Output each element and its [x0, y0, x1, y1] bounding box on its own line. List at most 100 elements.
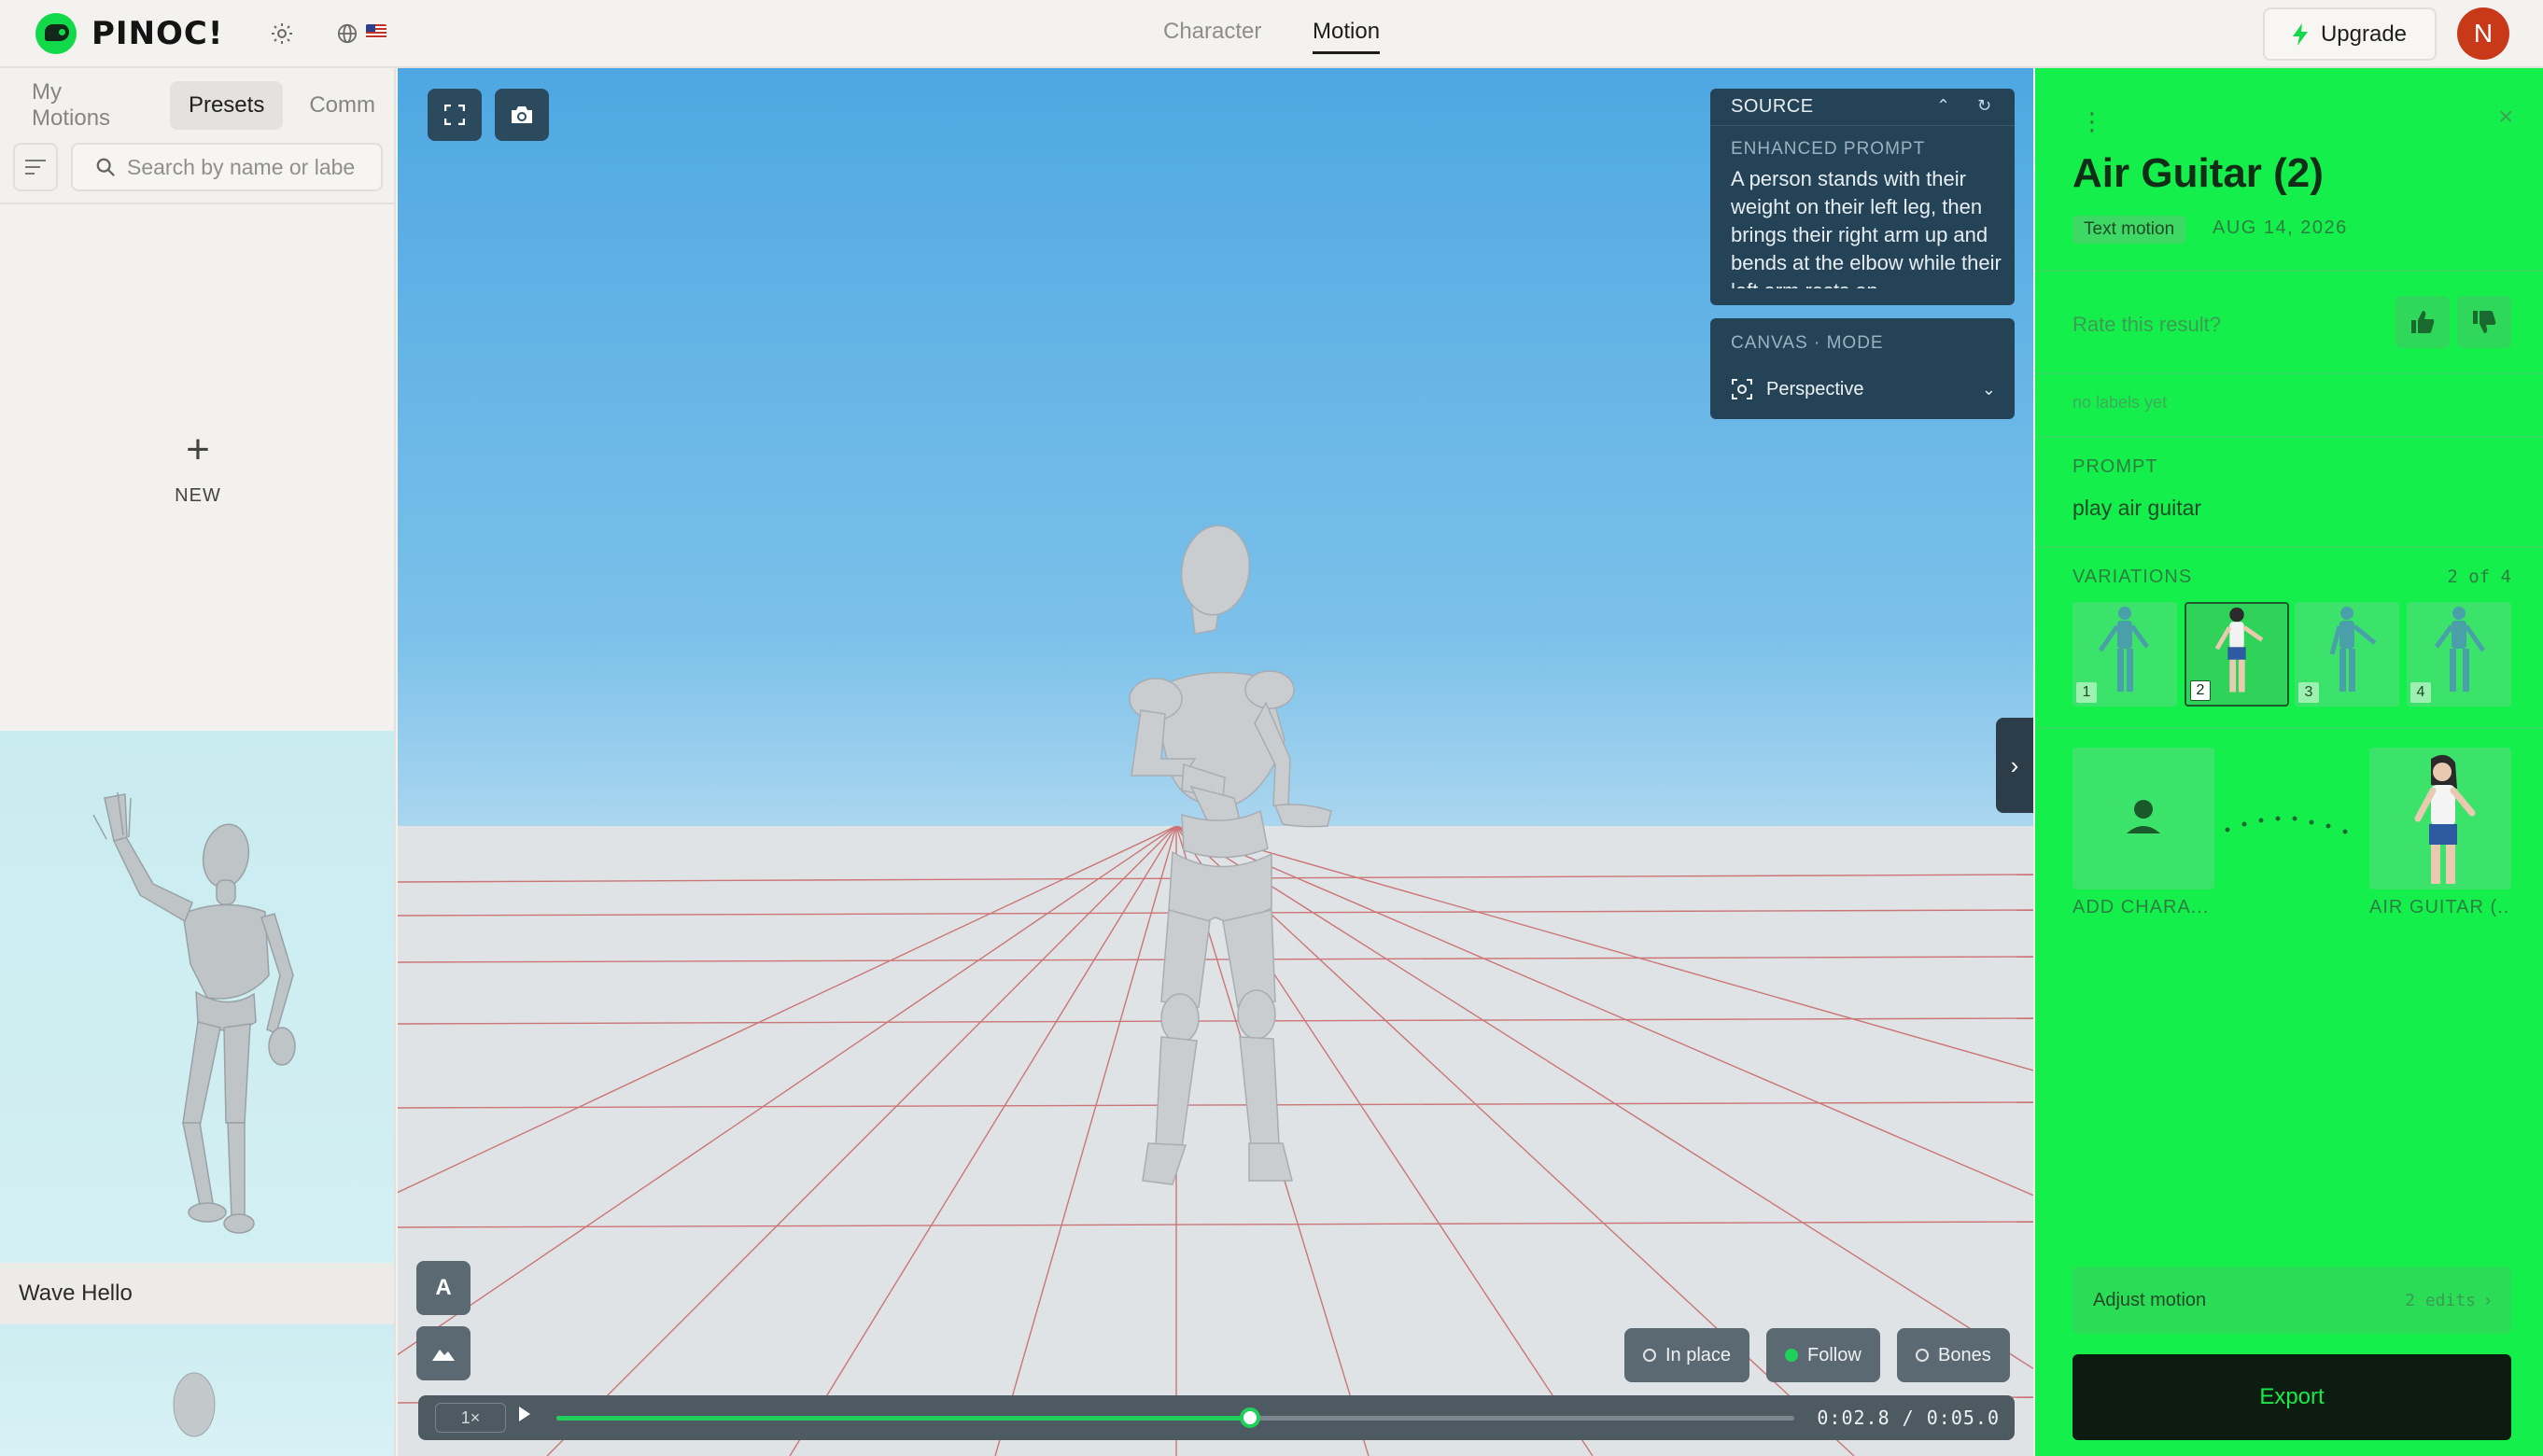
thumbs-down-button[interactable] — [2457, 296, 2511, 348]
tab-presets[interactable]: Presets — [169, 81, 284, 130]
new-motion-card[interactable]: + NEW — [0, 204, 394, 731]
new-label: NEW — [175, 484, 221, 506]
time-separator: / — [1902, 1407, 1915, 1429]
variation-number: 2 — [2190, 680, 2211, 701]
follow-dot-icon — [1785, 1349, 1798, 1362]
scrubber-handle[interactable] — [1239, 1407, 1260, 1428]
thumbs-down-icon — [2473, 311, 2496, 333]
tab-character[interactable]: Character — [1163, 19, 1261, 45]
motion-detail-panel: ⋮ × Air Guitar (2) Text motion AUG 14, 2… — [2035, 68, 2543, 1456]
top-bar: PINOC! Character Motion Upgrade N — [0, 0, 2543, 68]
timecode: 0:02.8 / 0:05.0 — [1817, 1407, 2000, 1429]
variation-number: 4 — [2410, 682, 2431, 703]
logo-mark-icon — [35, 13, 77, 54]
motion-type-badge: Text motion — [2072, 216, 2186, 244]
motion-library-sidebar: My Motions Presets Comm + NEW — [0, 68, 396, 1456]
panel-expand-button[interactable]: › — [1996, 718, 2033, 813]
variation-thumb-4[interactable]: 4 — [2407, 602, 2511, 707]
in-place-label: In place — [1665, 1344, 1732, 1365]
search-input[interactable] — [127, 154, 360, 180]
mannequin-image — [173, 1372, 216, 1437]
bones-toggle[interactable]: Bones — [1897, 1328, 2010, 1382]
search-box — [71, 143, 383, 191]
globe-icon[interactable] — [334, 21, 360, 47]
variation-number: 1 — [2076, 682, 2097, 703]
play-icon[interactable] — [519, 1407, 530, 1421]
export-button[interactable]: Export — [2072, 1354, 2511, 1440]
enhanced-prompt-text: A person stands with their weight on the… — [1731, 167, 2002, 288]
prompt-text: play air guitar — [2072, 496, 2202, 520]
thumbs-up-icon — [2411, 311, 2435, 333]
follow-label: Follow — [1807, 1344, 1862, 1365]
mountain-icon — [432, 1350, 455, 1361]
timeline-scrubber[interactable] — [556, 1407, 1794, 1428]
fullscreen-button[interactable] — [428, 89, 482, 141]
preset-label[interactable]: Wave Hello — [0, 1263, 394, 1324]
mannequin-waving-image — [92, 791, 296, 1234]
in-place-dot-icon — [1643, 1349, 1656, 1362]
divider — [2035, 546, 2543, 548]
avatar[interactable]: N — [2457, 7, 2509, 60]
filter-sort-button[interactable] — [13, 143, 58, 191]
timeline-progress — [556, 1416, 1250, 1421]
variation-thumb-1[interactable]: 1 — [2072, 602, 2177, 707]
enhanced-prompt-label: ENHANCED PROMPT — [1731, 139, 1926, 159]
logo[interactable]: PINOC! — [35, 13, 223, 54]
screenshot-button[interactable] — [495, 89, 549, 141]
divider — [2035, 270, 2543, 272]
environment-button[interactable] — [416, 1326, 471, 1380]
chevron-right-icon: › — [2485, 1290, 2491, 1309]
tab-my-motions[interactable]: My Motions — [13, 79, 162, 131]
3d-viewport[interactable]: SOURCE ⌃ ↻ ENHANCED PROMPT A person stan… — [398, 68, 2033, 1456]
reset-icon[interactable]: ↻ — [1977, 96, 1992, 116]
collapse-chevron-icon[interactable]: ⌃ — [1936, 96, 1951, 116]
labels-empty-text: no labels yet — [2072, 393, 2168, 412]
close-icon[interactable]: × — [2498, 102, 2513, 132]
upgrade-label: Upgrade — [2320, 21, 2408, 47]
upgrade-button[interactable]: Upgrade — [2263, 7, 2437, 61]
chain-connector-dots — [2225, 816, 2348, 834]
canvas-mode-panel: CANVAS · MODE Perspective ⌄ — [1710, 318, 2015, 419]
in-place-toggle[interactable]: In place — [1624, 1328, 1750, 1382]
source-panel-header[interactable]: SOURCE ⌃ ↻ — [1710, 89, 2015, 126]
us-flag-icon[interactable] — [366, 24, 386, 38]
variation-thumb-3[interactable]: 3 — [2295, 602, 2399, 707]
preset-card-wave-hello[interactable] — [0, 731, 394, 1324]
chevron-down-icon: ⌄ — [1981, 379, 1996, 399]
source-panel: SOURCE ⌃ ↻ ENHANCED PROMPT A person stan… — [1710, 89, 2015, 305]
current-time: 0:02.8 — [1817, 1407, 1890, 1429]
camera-mode-select[interactable]: Perspective ⌄ — [1731, 374, 1996, 404]
variations-count: 2 of 4 — [2447, 567, 2511, 587]
add-character-slot[interactable] — [2072, 748, 2214, 889]
plus-icon: + — [186, 426, 210, 472]
variations-label: VARIATIONS — [2072, 567, 2193, 587]
variation-number: 3 — [2298, 682, 2319, 703]
label-toggle-button[interactable]: A — [416, 1261, 471, 1315]
adjust-motion-label: Adjust motion — [2093, 1289, 2207, 1310]
source-title: SOURCE — [1731, 96, 1814, 117]
sun-icon[interactable] — [269, 21, 295, 47]
result-character-slot[interactable] — [2369, 748, 2511, 889]
tab-community[interactable]: Comm — [290, 81, 394, 130]
timeline-bar: 1× 0:02.8 / 0:05.0 — [418, 1395, 2015, 1440]
lightning-icon — [2292, 22, 2308, 46]
search-icon — [96, 158, 115, 176]
more-options-icon[interactable]: ⋮ — [2080, 109, 2104, 133]
bones-label: Bones — [1938, 1344, 1991, 1365]
thumbs-up-button[interactable] — [2395, 296, 2450, 348]
person-icon — [2127, 800, 2160, 833]
tab-motion[interactable]: Motion — [1313, 19, 1381, 54]
character-figure-image — [2414, 754, 2476, 884]
playback-speed-select[interactable]: 1× — [435, 1403, 506, 1433]
camera-icon — [512, 106, 532, 123]
adjust-motion-button[interactable]: Adjust motion 2 edits › — [2072, 1267, 2511, 1334]
follow-toggle[interactable]: Follow — [1766, 1328, 1880, 1382]
letter-a-icon: A — [435, 1275, 452, 1300]
preset-card[interactable] — [0, 1324, 394, 1456]
divider — [2035, 372, 2543, 374]
bones-dot-icon — [1916, 1349, 1929, 1362]
variation-thumb-2[interactable]: 2 — [2185, 602, 2289, 707]
perspective-camera-icon — [1732, 379, 1752, 399]
edits-count: 2 edits — [2405, 1290, 2476, 1310]
chevron-right-icon: › — [2010, 750, 2019, 779]
